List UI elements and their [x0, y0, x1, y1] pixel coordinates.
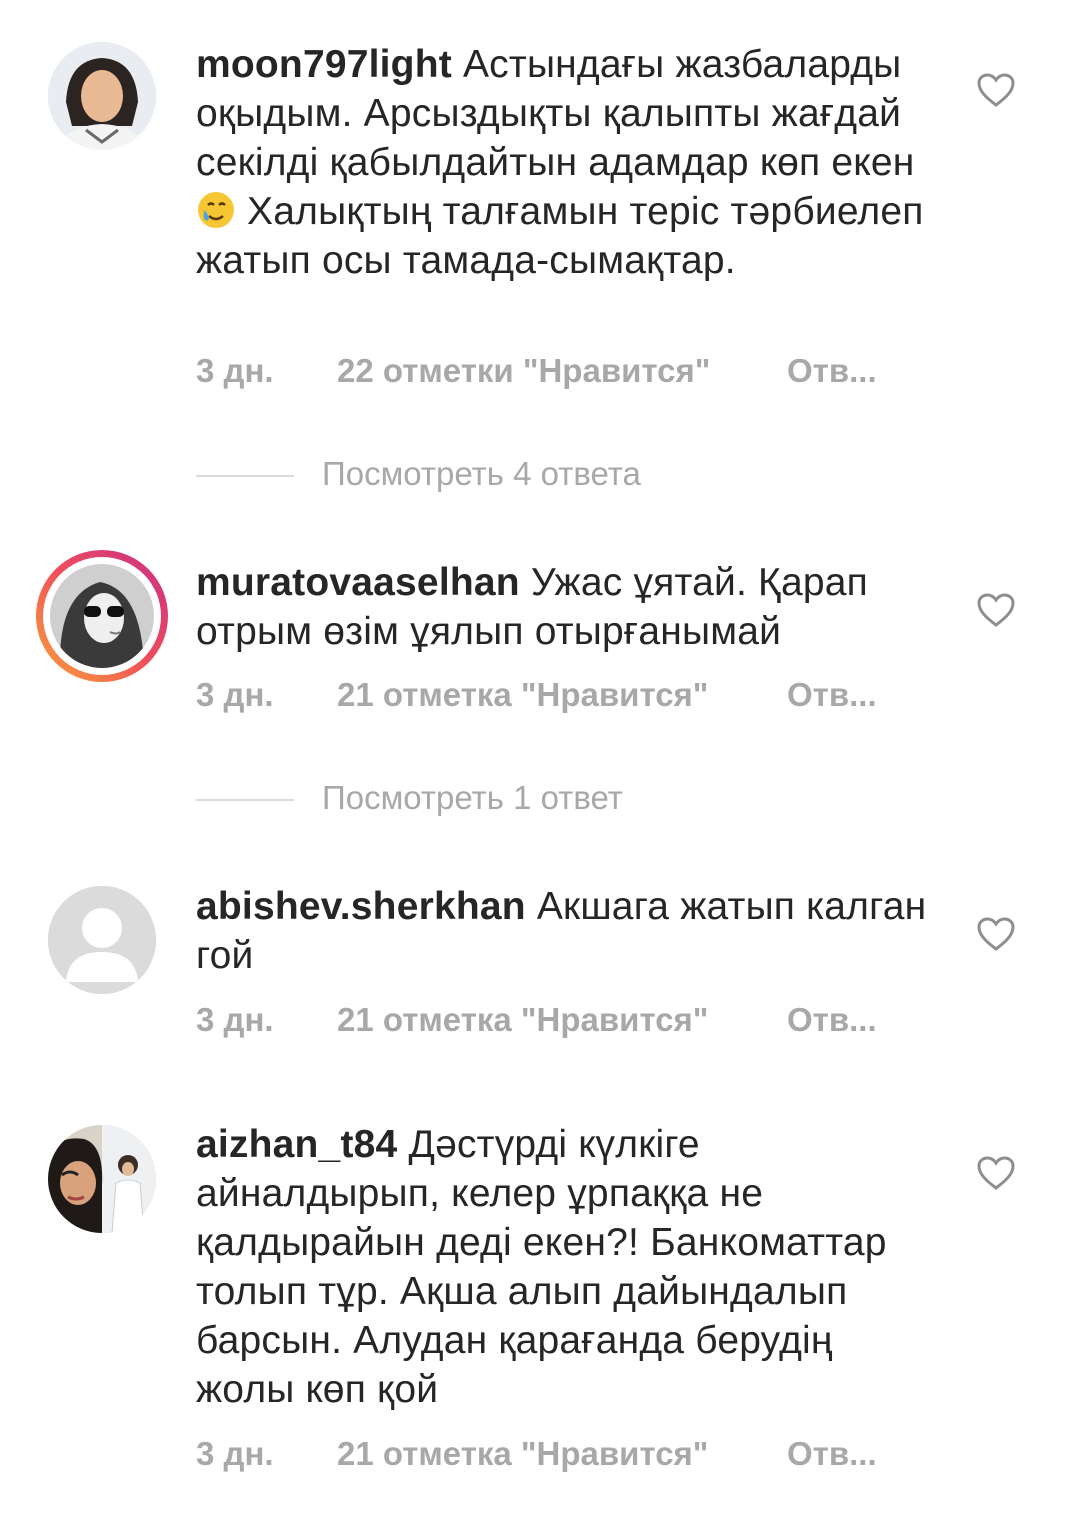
username[interactable]: abishev.sherkhan [196, 885, 526, 928]
comment-text: moon797light Астындағы жазбаларды оқыдым… [196, 40, 936, 285]
reply-button[interactable]: Отв... [787, 1435, 877, 1473]
comment-text: abishev.sherkhan Акшага жатып калган гой [196, 882, 936, 980]
like-heart-icon[interactable] [976, 916, 1016, 952]
like-heart-icon[interactable] [976, 1155, 1016, 1191]
username[interactable]: moon797light [196, 43, 452, 86]
likes-count[interactable]: 21 отметка "Нравится" [337, 1435, 708, 1473]
comment-body: Дәстүрді күлкіге айналдырып, келер ұрпақ… [196, 1123, 887, 1411]
view-replies-label[interactable]: Посмотреть 1 ответ [322, 779, 623, 817]
reply-button[interactable]: Отв... [787, 352, 877, 390]
like-heart-icon[interactable] [976, 592, 1016, 628]
comment-time: 3 дн. [196, 1001, 274, 1038]
avatar[interactable] [48, 1125, 156, 1233]
comment-time: 3 дн. [196, 676, 274, 713]
smiling-face-with-tear-icon [196, 190, 236, 230]
replies-divider [196, 475, 294, 477]
avatar[interactable] [48, 886, 156, 994]
likes-count[interactable]: 22 отметки "Нравится" [337, 352, 710, 390]
likes-count[interactable]: 21 отметка "Нравится" [337, 676, 708, 714]
comment-text: aizhan_t84 Дәстүрді күлкіге айналдырып, … [196, 1120, 936, 1414]
username[interactable]: aizhan_t84 [196, 1123, 397, 1166]
avatar[interactable] [48, 42, 156, 150]
comment-time: 3 дн. [196, 1435, 274, 1472]
reply-button[interactable]: Отв... [787, 1001, 877, 1039]
comment-time: 3 дн. [196, 352, 274, 389]
avatar[interactable] [36, 550, 168, 682]
reply-button[interactable]: Отв... [787, 676, 877, 714]
view-replies-label[interactable]: Посмотреть 4 ответа [322, 455, 641, 493]
likes-count[interactable]: 21 отметка "Нравится" [337, 1001, 708, 1039]
like-heart-icon[interactable] [976, 72, 1016, 108]
comment-body-continued: Халықтың талғамын теріс тәрбиелеп жатып … [196, 190, 924, 282]
replies-divider [196, 799, 294, 801]
username[interactable]: muratovaaselhan [196, 561, 520, 604]
comment-text: muratovaaselhan Ужас ұятай. Қарап отрым … [196, 558, 936, 656]
